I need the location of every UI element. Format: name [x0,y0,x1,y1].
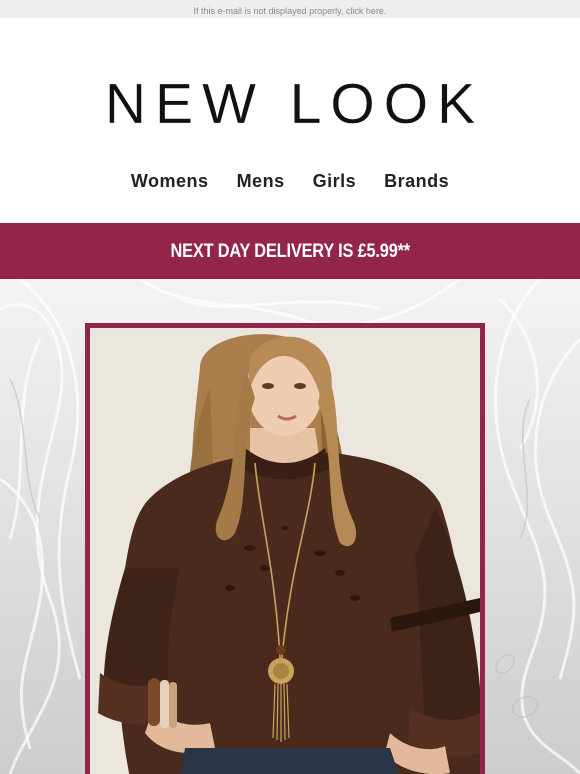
hero-product-image[interactable] [85,323,485,774]
view-in-browser-link[interactable]: If this e-mail is not displayed properly… [194,6,387,16]
delivery-banner[interactable]: NEXT DAY DELIVERY IS £5.99** [0,223,580,279]
nav-item-mens[interactable]: Mens [223,171,299,192]
main-nav: Womens Mens Girls Brands [0,171,580,192]
delivery-banner-text: NEXT DAY DELIVERY IS £5.99** [170,241,410,262]
nav-item-girls[interactable]: Girls [299,171,371,192]
preheader-bar: If this e-mail is not displayed properly… [0,0,580,18]
nav-item-womens[interactable]: Womens [117,171,223,192]
brand-logo[interactable]: NEW LOOK [0,74,580,134]
email-header: NEW LOOK Womens Mens Girls Brands [0,18,580,223]
nav-item-brands[interactable]: Brands [370,171,463,192]
hero-section [0,279,580,774]
model-photo [90,328,480,774]
